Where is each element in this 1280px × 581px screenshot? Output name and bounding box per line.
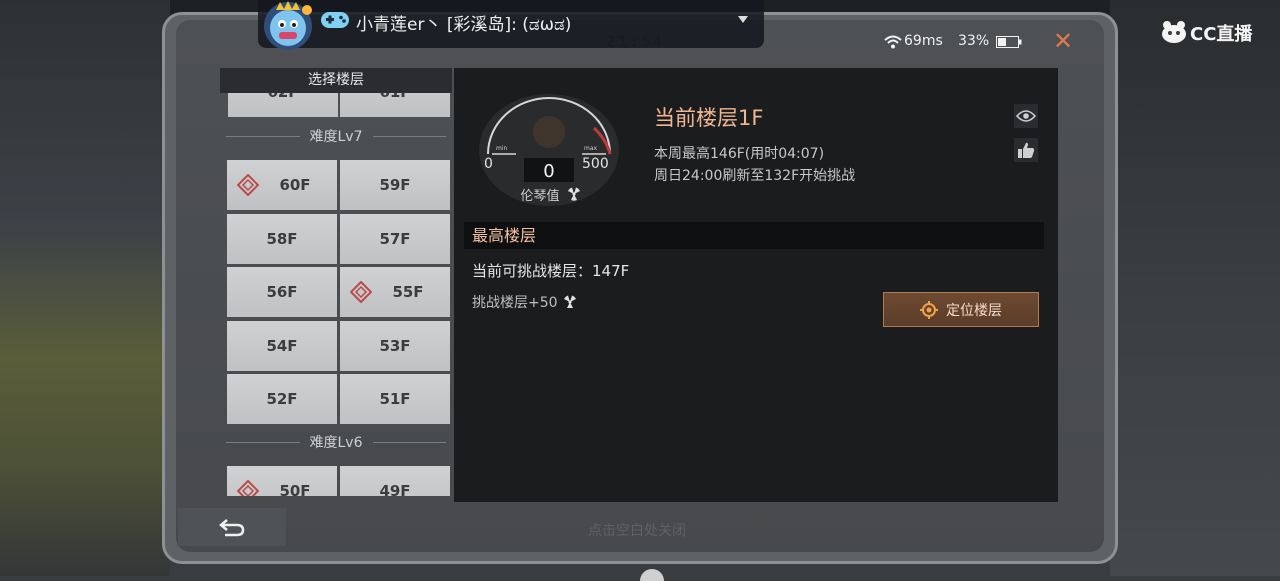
background-right — [1110, 0, 1280, 576]
locate-floor-label: 定位楼层 — [946, 302, 1002, 319]
floor-label: 54F — [266, 337, 298, 355]
divider-line — [372, 135, 446, 137]
thumbs-up-icon — [1018, 142, 1035, 158]
floor-button-49f[interactable]: 49F — [340, 466, 450, 496]
battery-text: 33% — [958, 33, 990, 49]
boss-floor-icon — [350, 281, 372, 303]
reset-info-text: 周日24:00刷新至132F开始挑战 — [654, 168, 856, 184]
floor-button-50f[interactable]: 50F — [227, 466, 337, 496]
like-button[interactable] — [1014, 138, 1038, 162]
difficulty-divider: 难度Lv7 — [226, 124, 446, 148]
floor-button-58f[interactable]: 58F — [227, 214, 337, 264]
floor-label: 51F — [379, 390, 411, 408]
difficulty-divider: 难度Lv6 — [226, 430, 446, 454]
back-button[interactable] — [178, 508, 286, 546]
gauge-current-value: 0 — [543, 161, 554, 182]
divider-line — [372, 441, 446, 443]
floor-button-54f[interactable]: 54F — [227, 321, 337, 371]
divider-line — [226, 441, 300, 443]
locate-floor-button[interactable]: 定位楼层 — [883, 292, 1039, 327]
home-indicator[interactable] — [640, 569, 664, 581]
highest-floor-header: 最高楼层 — [464, 222, 1044, 249]
gauge-min-value: 0 — [484, 156, 493, 172]
floor-label: 62F — [267, 93, 298, 101]
chat-message: 小青莲er丶 [彩溪岛]: (ಡωಡ) — [356, 15, 572, 35]
boss-floor-icon — [237, 174, 259, 196]
floor-select-header: 选择楼层 — [220, 68, 452, 93]
floor-label: 61F — [379, 93, 410, 101]
background-left — [0, 0, 170, 576]
floor-label: 55F — [392, 283, 424, 301]
back-arrow-icon — [219, 519, 245, 537]
floor-list[interactable]: 62F 61F 难度Lv7 60F 59F 58F 57F 56F 55F 54… — [220, 93, 452, 496]
boss-floor-icon — [237, 480, 259, 496]
view-button[interactable] — [1014, 104, 1038, 128]
divider-line — [226, 135, 300, 137]
floor-label: 49F — [379, 482, 411, 496]
ping-text: 69ms — [904, 33, 943, 49]
radiation-icon — [564, 295, 576, 309]
challenge-bonus-text: 挑战楼层+50 — [472, 295, 558, 311]
wifi-icon — [884, 35, 902, 49]
floor-button-51f[interactable]: 51F — [340, 374, 450, 424]
floor-button[interactable]: 62F — [228, 93, 338, 117]
floor-button-56f[interactable]: 56F — [227, 267, 337, 317]
difficulty-label: 难度Lv6 — [309, 435, 363, 451]
floor-label: 58F — [266, 230, 298, 248]
gauge-max-value: 500 — [582, 156, 609, 172]
floor-label: 56F — [266, 283, 298, 301]
gauge-caption: 伦琴值 — [520, 188, 559, 204]
chevron-down-icon[interactable] — [738, 16, 748, 23]
gauge-max-label: max — [584, 145, 598, 152]
current-floor-title: 当前楼层1F — [654, 106, 764, 130]
close-hint-text: 点击空白处关闭 — [588, 523, 686, 539]
close-button[interactable]: ✕ — [1052, 29, 1074, 53]
gauge-min-label: min — [496, 145, 508, 152]
floor-label: 50F — [279, 482, 311, 496]
floor-button[interactable]: 61F — [340, 93, 450, 117]
floor-label: 52F — [266, 390, 298, 408]
weekly-best-text: 本周最高146F(用时04:07) — [654, 146, 825, 162]
cc-logo-icon — [1162, 21, 1186, 43]
locate-icon — [920, 300, 938, 319]
floor-label: 59F — [379, 176, 411, 194]
floor-label: 53F — [379, 337, 411, 355]
eye-icon — [1016, 110, 1036, 122]
challenge-floor-text: 当前可挑战楼层：147F — [472, 262, 630, 280]
floor-button-55f[interactable]: 55F — [340, 267, 450, 317]
challenge-bonus-row: 挑战楼层+50 — [472, 292, 578, 312]
floor-button-60f[interactable]: 60F — [227, 160, 337, 210]
floor-button-53f[interactable]: 53F — [340, 321, 450, 371]
gamepad-icon — [321, 12, 349, 28]
floor-label: 60F — [279, 176, 311, 194]
roentgen-gauge: min max 0 500 0 伦琴值 — [479, 94, 619, 206]
floor-label: 57F — [379, 230, 411, 248]
difficulty-label: 难度Lv7 — [309, 129, 363, 145]
battery-icon — [996, 36, 1022, 48]
floor-button-57f[interactable]: 57F — [340, 214, 450, 264]
brand-label: CC直播 — [1190, 24, 1253, 45]
floor-button-59f[interactable]: 59F — [340, 160, 450, 210]
avatar[interactable] — [260, 0, 316, 50]
floor-button-52f[interactable]: 52F — [227, 374, 337, 424]
